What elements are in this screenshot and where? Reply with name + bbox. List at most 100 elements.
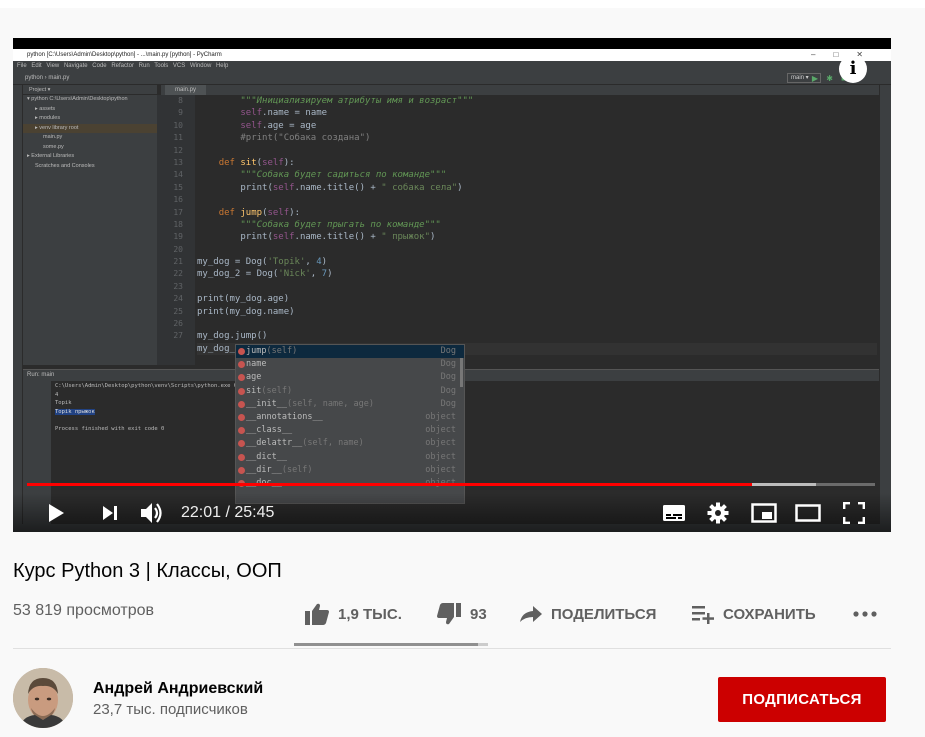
line-number: 9: [178, 108, 183, 118]
code-line: print(my_dog.age): [197, 293, 877, 305]
section-divider: [13, 648, 891, 649]
like-button[interactable]: 1,9 ТЫС.: [304, 598, 402, 630]
right-tool-strip: [879, 85, 891, 532]
tree-item: ▸ venv library root: [23, 123, 157, 133]
code-token: print(: [197, 232, 273, 243]
code-line: my_dog.jump(): [197, 330, 877, 342]
console-line: 4: [55, 391, 59, 398]
line-number: 26: [173, 319, 183, 329]
code-token: self: [262, 157, 284, 168]
console-line: C:\Users\Admin\Desktop\python\venv\Scrip…: [55, 383, 244, 389]
completion-popup: jump(self) Dog name Dog age Dog sit(self) Dog __…: [235, 344, 465, 504]
completion-signature: (self): [266, 346, 298, 356]
subtitles-icon: [663, 505, 685, 521]
progress-played: [27, 483, 753, 486]
avatar-image: [13, 668, 73, 728]
code-token: my_dog_2 = Dog(: [197, 269, 279, 280]
code-editor: """Инициализируем атрибуты имя и возраст…: [197, 95, 877, 365]
completion-name: name: [246, 359, 267, 370]
code-line: """Собака будет прыгать по команде""": [197, 219, 877, 231]
line-number: 16: [173, 195, 183, 205]
play-button[interactable]: [41, 493, 71, 532]
code-token: my_dog = Dog(: [197, 257, 268, 268]
code-token: jump: [240, 207, 263, 218]
completion-name: __annotations__: [246, 411, 323, 422]
menu-item: Code: [92, 63, 112, 69]
ide-title-text: python [C:\Users\Admin\Desktop\python] -…: [27, 52, 222, 58]
subtitles-button[interactable]: [659, 493, 689, 532]
theater-button[interactable]: [793, 493, 823, 532]
completion-name: __delattr__: [246, 438, 303, 449]
volume-icon: [141, 503, 162, 523]
info-button[interactable]: i: [839, 55, 867, 83]
completion-signature: (self): [261, 385, 293, 396]
line-number: 25: [173, 306, 183, 316]
menu-item: File: [17, 63, 32, 69]
channel-avatar[interactable]: [13, 668, 73, 728]
save-button[interactable]: СОХРАНИТЬ: [691, 598, 816, 630]
theater-icon: [795, 504, 821, 522]
top-strip: [0, 0, 925, 8]
more-actions-button[interactable]: [852, 598, 878, 630]
line-number: 20: [173, 244, 183, 254]
code-token: self: [240, 108, 263, 119]
nav-root: python: [25, 75, 44, 81]
code-token: def: [218, 207, 241, 218]
method-icon: [238, 387, 245, 395]
completion-item: __class__ object: [236, 424, 464, 437]
settings-button[interactable]: [703, 493, 733, 532]
completion-name: __dict__: [246, 451, 287, 462]
code-token: print(my_dog.name): [197, 306, 295, 317]
miniplayer-button[interactable]: [749, 493, 779, 532]
video-player[interactable]: python [C:\Users\Admin\Desktop\python] -…: [13, 38, 891, 532]
completion-owner: object: [425, 425, 456, 436]
console-line: Topik: [55, 400, 72, 406]
ide-title-bar: python [C:\Users\Admin\Desktop\python] -…: [13, 49, 891, 61]
line-number: 24: [173, 294, 183, 304]
dislike-button[interactable]: 93: [436, 598, 487, 630]
menu-item: Help: [215, 63, 229, 69]
code-token: print(: [197, 182, 273, 193]
console-line: Topik прыжок: [55, 408, 95, 415]
code-token: .name.title() +: [294, 182, 382, 193]
completion-owner: Dog: [440, 346, 456, 356]
completion-owner: Dog: [440, 359, 456, 370]
thumbs-up-icon: [305, 603, 329, 625]
code-line: """Собака будет садиться по команде""": [197, 169, 877, 181]
progress-bar[interactable]: [27, 483, 875, 486]
code-token: self: [272, 232, 295, 243]
line-number: 14: [173, 170, 183, 180]
share-icon: [520, 606, 542, 622]
next-button[interactable]: [95, 493, 125, 532]
left-tool-strip: [13, 85, 23, 532]
code-token: .name.title() +: [294, 232, 382, 243]
nav-file: main.py: [48, 75, 70, 81]
code-token: " прыжок": [381, 232, 431, 243]
code-token: ): [430, 232, 436, 243]
completion-owner: Dog: [440, 372, 456, 383]
menu-item: Refactor: [111, 63, 139, 69]
completion-owner: object: [425, 451, 456, 462]
sentiment-like-fill: [294, 643, 479, 646]
method-icon: [238, 453, 245, 461]
thumbs-down-icon: [437, 603, 461, 625]
ide-menu-bar: File Edit View Navigate Code Refactor Ru…: [13, 61, 891, 71]
fullscreen-button[interactable]: [839, 493, 869, 532]
subscribe-button[interactable]: ПОДПИСАТЬСЯ: [718, 677, 886, 722]
volume-button[interactable]: [137, 493, 167, 532]
code-line: def sit(self):: [197, 157, 877, 169]
code-token: ): [457, 182, 463, 193]
project-tree: ▾ python C:\Users\Admin\Desktop\python ▸ …: [23, 95, 157, 171]
ide-nav-bar: python › main.py main ▾ ▶ ✱ ■: [13, 71, 891, 85]
playlist-add-icon: [692, 606, 714, 624]
completion-owner: object: [425, 411, 456, 422]
miniplayer-icon: [751, 503, 777, 523]
line-number: 19: [173, 232, 183, 242]
share-button[interactable]: ПОДЕЛИТЬСЯ: [519, 598, 656, 630]
channel-name[interactable]: Андрей Андриевский: [93, 680, 263, 698]
tree-item: ▸ External Libraries: [27, 153, 75, 159]
